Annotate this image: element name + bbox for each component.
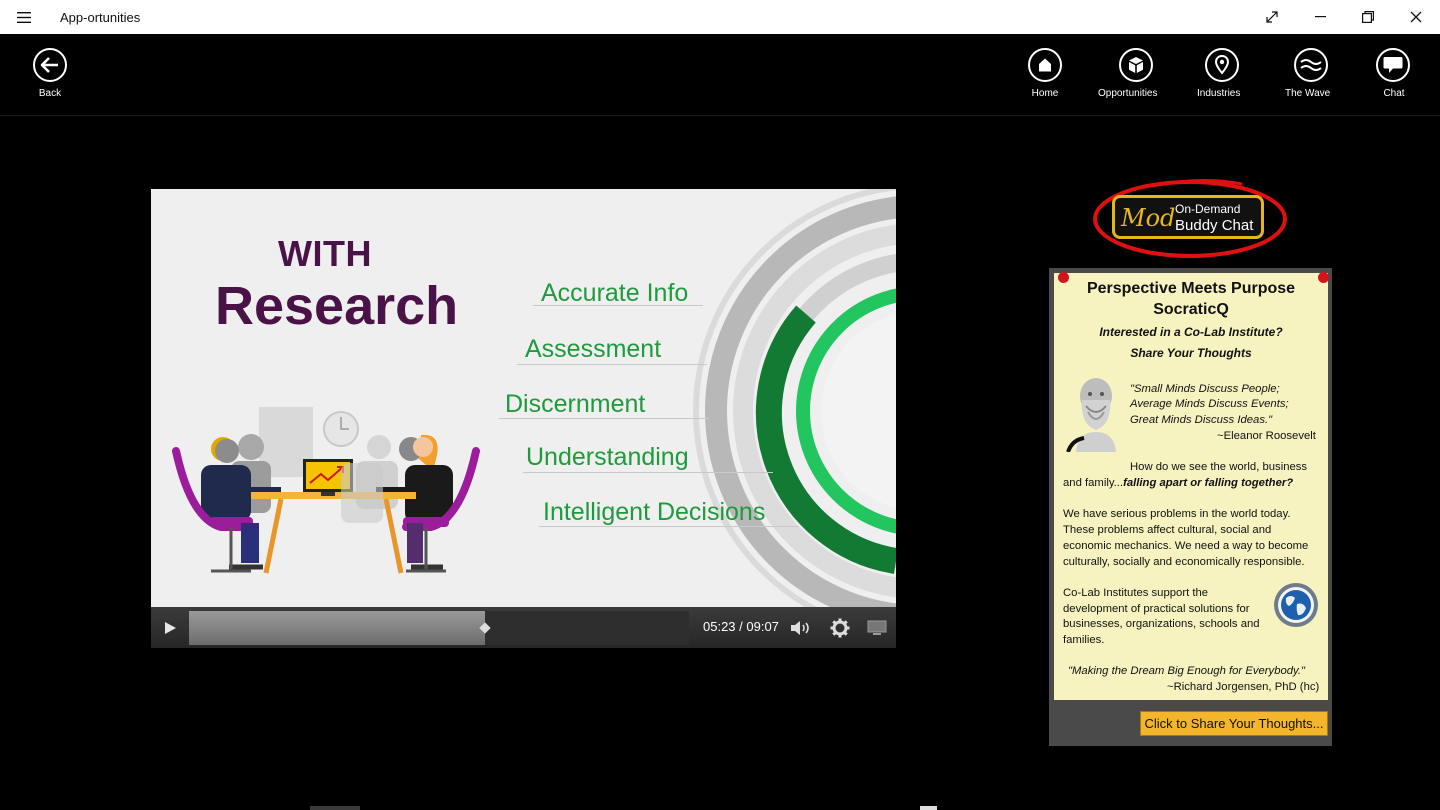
back-arrow-icon xyxy=(33,48,67,82)
card-title-socraticq: SocraticQ xyxy=(1153,301,1229,318)
back-label: Back xyxy=(38,88,62,99)
video-item-discernment: Discernment xyxy=(505,390,646,418)
mod-logo-text: Mod xyxy=(1121,204,1176,232)
video-player[interactable]: WITH Research Accurate Info Assessment D… xyxy=(151,189,896,648)
title-bar: App-ortunities xyxy=(0,0,1440,34)
socrates-bust-image xyxy=(1066,378,1116,452)
video-item-intelligent-decisions: Intelligent Decisions xyxy=(543,498,766,526)
volume-icon[interactable] xyxy=(789,616,813,640)
video-heading-large: Research xyxy=(215,276,459,336)
close-icon[interactable] xyxy=(1392,0,1440,34)
wave-icon xyxy=(1293,48,1328,82)
play-button[interactable] xyxy=(151,607,189,648)
scroll-indicator xyxy=(920,806,937,810)
meeting-illustration xyxy=(172,407,480,574)
buddy-chat-logo[interactable]: Mod On-Demand Buddy Chat xyxy=(1092,178,1290,260)
buddy-chat-label: Buddy Chat xyxy=(1175,217,1254,234)
minimize-icon[interactable] xyxy=(1296,0,1344,34)
nav-chat-label: Chat xyxy=(1383,88,1405,99)
video-item-accurate-info: Accurate Info xyxy=(541,279,689,307)
nav-opportunities-button[interactable]: Opportunities xyxy=(1098,48,1157,99)
hamburger-menu-icon[interactable] xyxy=(0,0,48,34)
video-controls: 05:23 / 09:07 xyxy=(151,607,896,648)
divider xyxy=(523,472,773,473)
paragraph-1-line-2: and family...falling apart or falling to… xyxy=(1063,477,1294,489)
closing-quote-author: ~Richard Jorgensen, PhD (hc) xyxy=(1167,681,1320,693)
nav-the-wave-button[interactable]: The Wave xyxy=(1285,48,1330,99)
socraticq-panel: Perspective Meets Purpose SocraticQ Inte… xyxy=(1049,268,1332,746)
seek-bar[interactable] xyxy=(189,611,689,645)
paragraph-3-line-4: families. xyxy=(1063,634,1105,646)
scroll-indicator xyxy=(310,806,360,810)
paragraph-3-line-3: businesses, organizations, schools and xyxy=(1063,618,1260,630)
paragraph-2-line-4: culturally, socially and economically re… xyxy=(1063,556,1305,568)
on-demand-label: On-Demand xyxy=(1175,202,1241,216)
playback-time: 05:23 / 09:07 xyxy=(703,619,779,634)
video-item-understanding: Understanding xyxy=(526,443,689,471)
play-icon xyxy=(165,621,176,634)
map-pin-icon xyxy=(1204,48,1239,82)
closing-quote: "Making the Dream Big Enough for Everybo… xyxy=(1068,665,1306,677)
share-thoughts-button[interactable]: Click to Share Your Thoughts... xyxy=(1140,711,1328,736)
quote-line-1: "Small Minds Discuss People; xyxy=(1130,383,1280,395)
paragraph-1-line-1: How do we see the world, business xyxy=(1130,461,1308,473)
card-subtitle-share: Share Your Thoughts xyxy=(1130,346,1252,360)
paragraph-2-line-3: economic mechanics. We need a way to bec… xyxy=(1063,540,1309,552)
full-screen-icon[interactable] xyxy=(1248,0,1296,34)
nav-bar: Back Home Opportunities Industries The W… xyxy=(0,34,1440,116)
paragraph-3-line-1: Co-Lab Institutes support the xyxy=(1063,587,1209,599)
fullscreen-screen-icon[interactable] xyxy=(865,616,889,640)
quote-author: ~Eleanor Roosevelt xyxy=(1217,430,1316,442)
video-heading-small: WITH xyxy=(278,233,372,274)
socraticq-card: Perspective Meets Purpose SocraticQ Inte… xyxy=(1054,272,1329,700)
divider xyxy=(517,364,707,365)
settings-gear-icon[interactable] xyxy=(828,616,852,640)
nav-home-button[interactable]: Home xyxy=(1028,48,1062,99)
nav-home-label: Home xyxy=(1031,88,1059,99)
seek-progress xyxy=(189,611,485,645)
globe-icon xyxy=(1274,583,1318,627)
buddy-chat-badge: Mod On-Demand Buddy Chat xyxy=(1112,195,1264,239)
paragraph-2-line-1: We have serious problems in the world to… xyxy=(1063,508,1291,520)
home-icon xyxy=(1028,48,1062,82)
nav-chat-button[interactable]: Chat xyxy=(1376,48,1410,99)
app-title: App-ortunities xyxy=(60,9,141,25)
nav-industries-label: Industries xyxy=(1197,88,1241,99)
quote-line-3: Great Minds Discuss Ideas." xyxy=(1130,414,1273,426)
chat-bubble-icon xyxy=(1376,48,1410,82)
box-icon xyxy=(1119,48,1154,82)
video-frame[interactable]: WITH Research Accurate Info Assessment D… xyxy=(151,189,896,607)
card-subtitle: Interested in a Co-Lab Institute? xyxy=(1099,325,1283,339)
nav-opportunities-label: Opportunities xyxy=(1098,88,1158,99)
back-button[interactable]: Back xyxy=(33,48,67,99)
video-item-assessment: Assessment xyxy=(525,335,662,363)
paragraph-3-line-2: development of practical solutions for xyxy=(1063,603,1250,615)
restore-icon[interactable] xyxy=(1344,0,1392,34)
paragraph-2-line-2: These problems affect cultural, social a… xyxy=(1063,524,1272,536)
nav-industries-button[interactable]: Industries xyxy=(1197,48,1240,99)
quote-line-2: Average Minds Discuss Events; xyxy=(1130,398,1289,410)
nav-the-wave-label: The Wave xyxy=(1285,88,1331,99)
card-title: Perspective Meets Purpose xyxy=(1086,280,1296,297)
